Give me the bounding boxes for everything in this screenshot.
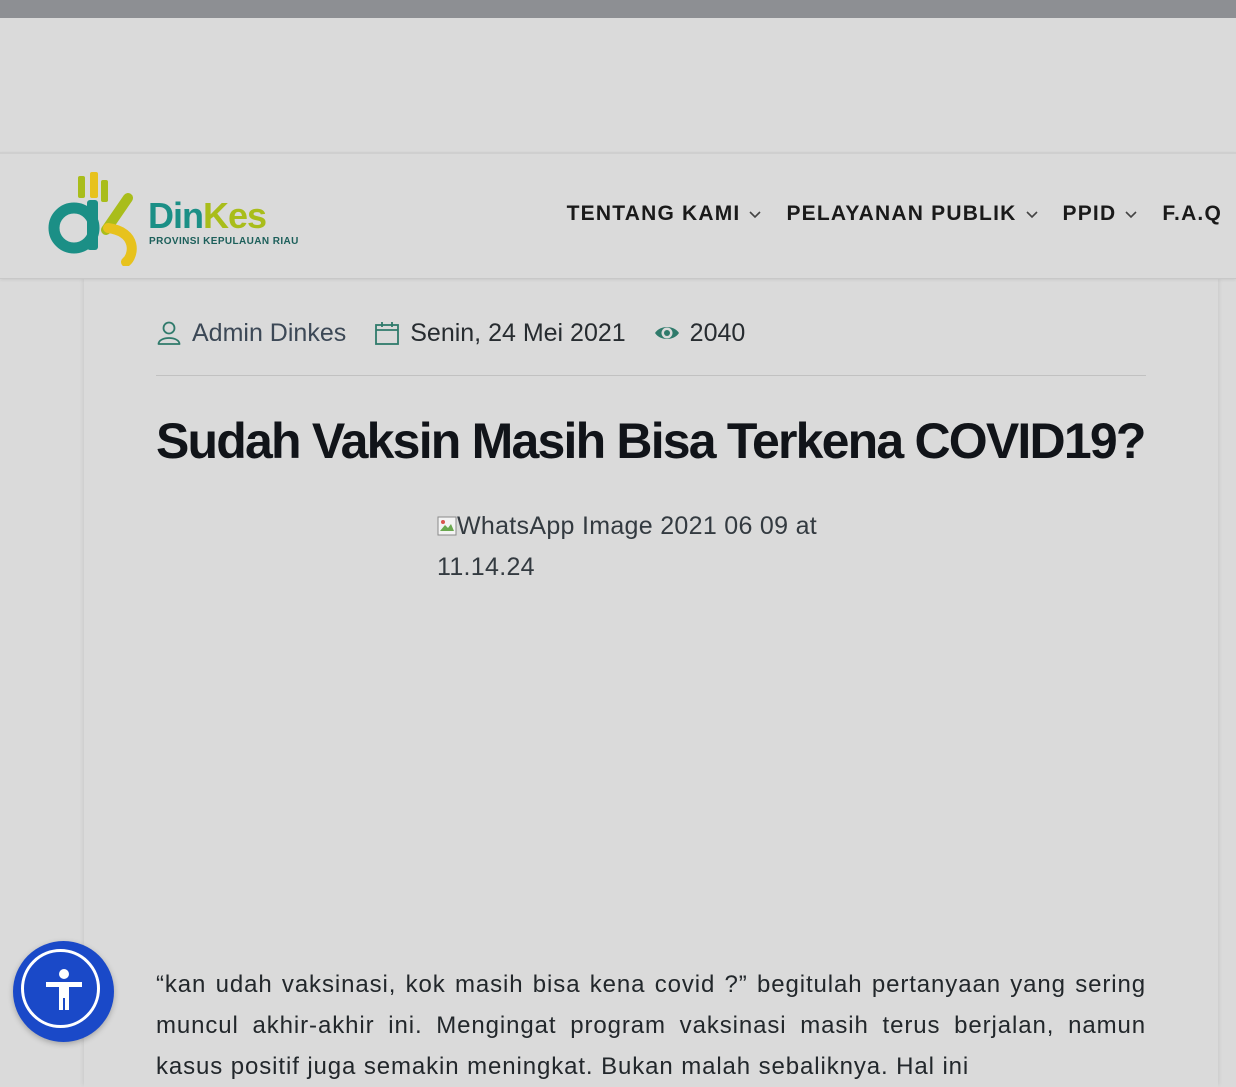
chevron-down-icon (1125, 211, 1137, 219)
chevron-down-icon (749, 211, 762, 219)
post-views: 2040 (654, 318, 746, 348)
site-header: DinKes PROVINSI KEPULAUAN RIAU TENTANG K… (0, 152, 1236, 279)
nav-item-tentang-kami[interactable]: TENTANG KAMI (567, 202, 763, 226)
broken-image-icon (437, 516, 457, 536)
article-image: WhatsApp Image 2021 06 09 at 11.14.24 (437, 506, 877, 588)
calendar-icon (375, 322, 400, 345)
logo-subtitle: PROVINSI KEPULAUAN RIAU (149, 236, 299, 247)
author-name: Admin Dinkes (192, 318, 347, 347)
main-nav: TENTANG KAMI PELAYANAN PUBLIK PPID F.A.Q (567, 202, 1222, 226)
accessibility-button[interactable] (13, 941, 114, 1042)
accessibility-icon (46, 969, 82, 1010)
article-body: “kan udah vaksinasi, kok masih bisa kena… (156, 971, 1146, 1080)
post-author[interactable]: Admin Dinkes (156, 319, 346, 348)
eye-icon (654, 327, 679, 339)
image-alt-text: WhatsApp Image 2021 06 09 at 11.14.24 (437, 512, 818, 581)
views-count: 2040 (689, 318, 746, 347)
article-title: Sudah Vaksin Masih Bisa Terkena COVID19? (156, 413, 1146, 469)
nav-item-faq[interactable]: F.A.Q (1162, 202, 1222, 226)
logo-wordmark: DinKes (148, 195, 267, 236)
nav-item-label: PELAYANAN PUBLIK (786, 202, 1017, 225)
chevron-down-icon (1025, 211, 1038, 219)
nav-item-pelayanan-publik[interactable]: PELAYANAN PUBLIK (786, 202, 1038, 226)
top-strip (0, 0, 1236, 18)
post-date: Senin, 24 Mei 2021 (374, 318, 626, 348)
dinkes-logo[interactable]: DinKes PROVINSI KEPULAUAN RIAU (48, 170, 298, 267)
nav-item-label: F.A.Q (1162, 202, 1222, 225)
date-text: Senin, 24 Mei 2021 (410, 318, 626, 347)
meta-divider (156, 375, 1146, 376)
nav-item-ppid[interactable]: PPID (1063, 202, 1139, 226)
user-icon (157, 321, 181, 345)
nav-item-label: TENTANG KAMI (566, 202, 741, 225)
post-meta: Admin Dinkes Senin, 24 Mei 2021 2040 (156, 316, 773, 350)
logo-mark-icon (48, 172, 137, 267)
nav-item-label: PPID (1062, 202, 1117, 225)
